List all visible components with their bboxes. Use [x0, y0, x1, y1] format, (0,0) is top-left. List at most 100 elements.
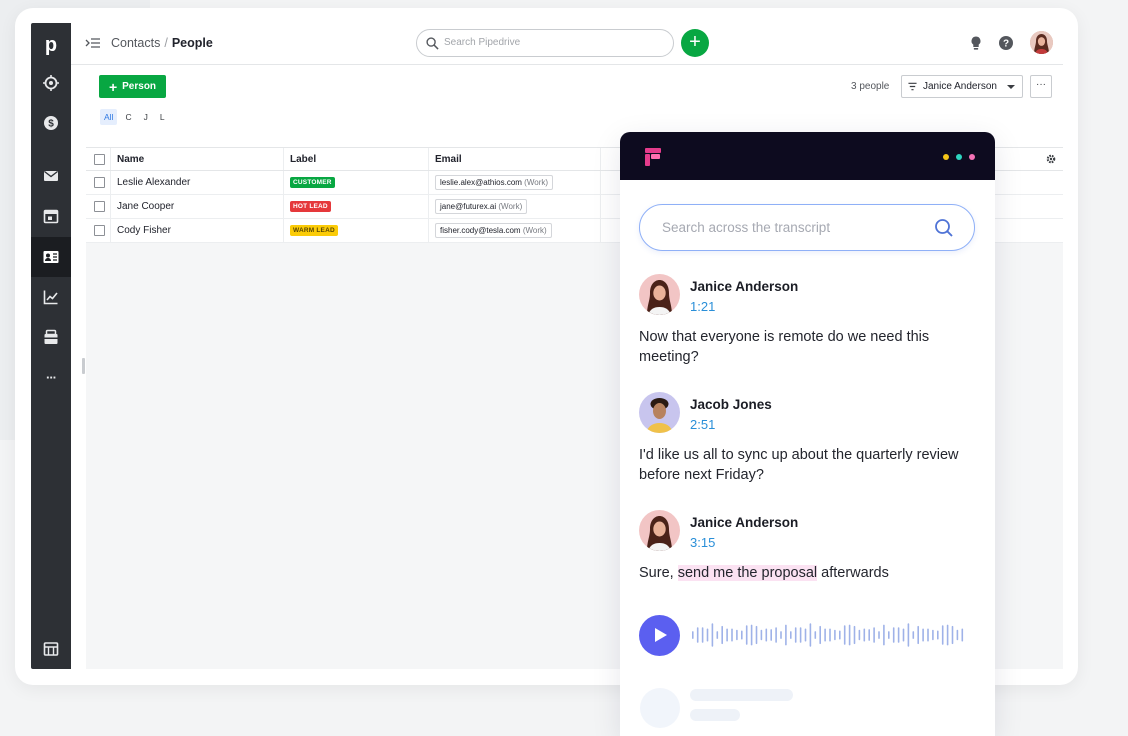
sidebar-item-products[interactable] — [31, 317, 71, 357]
sidebar-item-activities[interactable] — [31, 196, 71, 236]
email-type: (Work) — [498, 202, 523, 211]
sidebar-item-contacts[interactable] — [31, 237, 71, 277]
transcript-search-placeholder: Search across the transcript — [662, 220, 831, 235]
message-timestamp[interactable]: 2:51 — [690, 417, 715, 432]
email-chip[interactable]: fisher.cody@tesla.com (Work) — [435, 223, 552, 238]
waveform-bar — [824, 628, 826, 642]
speaker-name: Jacob Jones — [690, 397, 772, 412]
placeholder-line — [690, 709, 740, 721]
email-chip[interactable]: leslie.alex@athios.com (Work) — [435, 175, 554, 190]
row-select-cell — [86, 219, 111, 242]
placeholder-avatar — [640, 688, 680, 728]
filter-l[interactable]: L — [156, 109, 169, 125]
owner-filter-value: Janice Anderson — [923, 81, 997, 92]
column-header-email[interactable]: Email — [429, 148, 601, 170]
waveform-bar — [760, 629, 763, 641]
email-address: jane@futurex.ai — [440, 202, 497, 211]
audio-waveform[interactable] — [690, 620, 970, 650]
label-badge: CUSTOMER — [290, 177, 335, 188]
waveform-bar — [829, 628, 831, 642]
waveform-bar — [907, 623, 910, 647]
speaker-name: Janice Anderson — [690, 279, 799, 294]
top-bar: Contacts / People Search Pipedrive + ? — [71, 23, 1063, 65]
person-name[interactable]: Cody Fisher — [111, 219, 284, 242]
search-icon — [426, 37, 439, 50]
speaker-name: Janice Anderson — [690, 515, 799, 530]
email-type: (Work) — [522, 226, 547, 235]
owner-filter-select[interactable]: Janice Anderson — [901, 75, 1023, 98]
highlighted-text: send me the proposal — [677, 565, 818, 581]
waveform-bar — [741, 630, 743, 640]
message-text: Sure, send me the proposal afterwards — [639, 563, 984, 583]
waveform-bar — [785, 624, 787, 646]
sidebar-item-insights[interactable] — [31, 277, 71, 317]
add-person-button[interactable]: + Person — [99, 75, 166, 98]
filter-j[interactable]: J — [140, 109, 152, 125]
breadcrumb-contacts[interactable]: Contacts — [111, 36, 160, 50]
waveform-bar — [701, 627, 704, 643]
waveform-bar — [941, 625, 944, 645]
message-text-after: afterwards — [817, 565, 889, 581]
waveform-bar — [814, 631, 817, 639]
speaker-avatar — [639, 510, 680, 551]
column-header-label[interactable]: Label — [284, 148, 429, 170]
user-avatar[interactable] — [1030, 31, 1053, 54]
message-timestamp[interactable]: 1:21 — [690, 299, 715, 314]
global-search-input[interactable]: Search Pipedrive — [416, 29, 674, 57]
waveform-bar — [731, 628, 733, 642]
transcript-search-input[interactable]: Search across the transcript — [639, 204, 975, 251]
more-icon[interactable]: ··· — [31, 357, 71, 397]
email-address: leslie.alex@athios.com — [440, 178, 522, 187]
row-checkbox[interactable] — [94, 201, 105, 212]
email-address: fisher.cody@tesla.com — [440, 226, 521, 235]
row-checkbox[interactable] — [94, 225, 105, 236]
person-name[interactable]: Leslie Alexander — [111, 171, 284, 194]
quick-add-button[interactable]: + — [681, 29, 709, 57]
status-dot-teal — [956, 154, 962, 160]
waveform-bar — [946, 624, 949, 646]
alphabet-filter: All C J L — [100, 109, 169, 125]
waveform-bar — [917, 625, 919, 645]
help-icon[interactable]: ? — [998, 35, 1014, 51]
svg-text:$: $ — [48, 119, 54, 130]
label-badge: WARM LEAD — [290, 225, 338, 236]
waveform-bar — [897, 627, 900, 643]
sidebar-item-deals[interactable]: $ — [31, 103, 71, 143]
more-options-button[interactable]: ··· — [1030, 75, 1052, 98]
person-name[interactable]: Jane Cooper — [111, 195, 284, 218]
svg-text:?: ? — [1003, 39, 1009, 50]
sidebar-item-focus[interactable] — [31, 63, 71, 103]
collapse-menu-icon[interactable] — [85, 36, 101, 52]
waveform-bar — [858, 629, 861, 641]
lightbulb-icon[interactable] — [968, 35, 984, 51]
sidebar-item-mail[interactable] — [31, 156, 71, 196]
chevron-down-icon — [1007, 85, 1015, 89]
resize-handle[interactable] — [82, 358, 85, 374]
email-chip[interactable]: jane@futurex.ai (Work) — [435, 199, 528, 214]
pipedrive-logo[interactable]: p — [31, 31, 71, 59]
waveform-bar — [809, 623, 812, 647]
play-button[interactable] — [639, 615, 680, 656]
waveform-bar — [770, 629, 772, 641]
column-header-name[interactable]: Name — [111, 148, 284, 170]
waveform-bar — [839, 630, 841, 640]
sidebar-item-marketplace[interactable] — [31, 629, 71, 669]
filter-all[interactable]: All — [100, 109, 118, 125]
waveform-bar — [937, 630, 939, 640]
select-all-checkbox[interactable] — [94, 153, 105, 165]
sidebar: p $ ··· — [31, 23, 71, 669]
transcript-header — [620, 132, 995, 180]
gear-icon[interactable] — [1045, 153, 1057, 165]
target-icon — [43, 75, 59, 91]
filter-c[interactable]: C — [121, 109, 135, 125]
janice-avatar-image — [639, 274, 680, 315]
waveform-bar — [912, 631, 915, 639]
status-dot-yellow — [943, 154, 949, 160]
waveform-bar — [736, 629, 738, 641]
app-logo-icon — [645, 148, 661, 166]
message-timestamp[interactable]: 3:15 — [690, 535, 715, 550]
row-checkbox[interactable] — [94, 177, 105, 188]
row-select-cell — [86, 171, 111, 194]
waveform-bar — [804, 628, 807, 642]
waveform-bar — [848, 624, 851, 646]
